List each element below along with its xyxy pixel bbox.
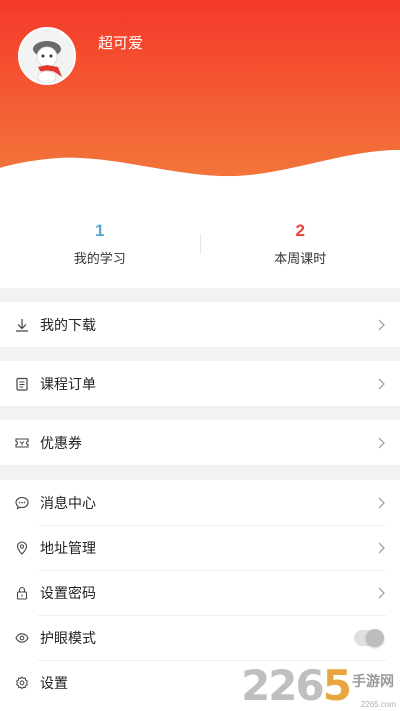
stat-label: 我的学习 [73, 250, 126, 266]
menu-item-download[interactable]: 我的下载 [0, 302, 400, 347]
eye-mode-toggle[interactable] [354, 628, 384, 647]
coupon-icon [14, 435, 30, 451]
menu-group-orders: 课程订单 [0, 361, 400, 406]
profile-header: 超可爱 [0, 0, 400, 200]
stat-label: 本周课时 [274, 250, 327, 266]
menu-item-label: 优惠券 [40, 434, 82, 451]
chevron-right-icon [378, 378, 385, 389]
lock-icon [14, 585, 30, 601]
stat-value: 1 [95, 220, 105, 240]
menu-item-label: 护眼模式 [40, 629, 96, 646]
avatar[interactable] [18, 27, 76, 85]
chevron-right-icon [378, 542, 385, 553]
menu-group-coupons: 优惠券 [0, 420, 400, 465]
stat-weekly-hours[interactable]: 2 本周课时 [201, 221, 400, 268]
menu-item-coupon[interactable]: 优惠券 [0, 420, 400, 465]
eye-icon [14, 630, 30, 646]
menu-item-address[interactable]: 地址管理 [0, 525, 400, 570]
toggle-knob [366, 628, 384, 647]
watermark-text: 手游网 [352, 673, 394, 689]
stats-panel: 1 我的学习 2 本周课时 [0, 200, 400, 288]
location-pin-icon [14, 540, 30, 556]
chevron-right-icon [378, 437, 385, 448]
menu-item-label: 我的下载 [40, 316, 96, 333]
cartoon-avatar-icon [20, 29, 74, 83]
menu-item-password[interactable]: 设置密码 [0, 570, 400, 615]
watermark-number: 2265 [241, 661, 352, 710]
menu-group-downloads: 我的下载 [0, 302, 400, 347]
gear-icon [14, 675, 30, 691]
stat-my-learning[interactable]: 1 我的学习 [0, 221, 200, 268]
message-icon [14, 495, 30, 511]
order-list-icon [14, 376, 30, 392]
menu-item-label: 课程订单 [40, 375, 96, 392]
stat-value: 2 [295, 220, 305, 240]
menu-item-label: 地址管理 [40, 539, 96, 556]
chevron-right-icon [378, 319, 385, 330]
menu-item-eye-mode: 护眼模式 [0, 615, 400, 660]
username[interactable]: 超可爱 [98, 32, 143, 53]
menu-item-course-order[interactable]: 课程订单 [0, 361, 400, 406]
chevron-right-icon [378, 497, 385, 508]
menu-item-label: 消息中心 [40, 494, 96, 511]
watermark-url: 2265.com [360, 700, 396, 709]
chevron-right-icon [378, 587, 385, 598]
download-icon [14, 317, 30, 333]
menu-item-message-center[interactable]: 消息中心 [0, 480, 400, 525]
menu-item-label: 设置密码 [40, 584, 96, 601]
